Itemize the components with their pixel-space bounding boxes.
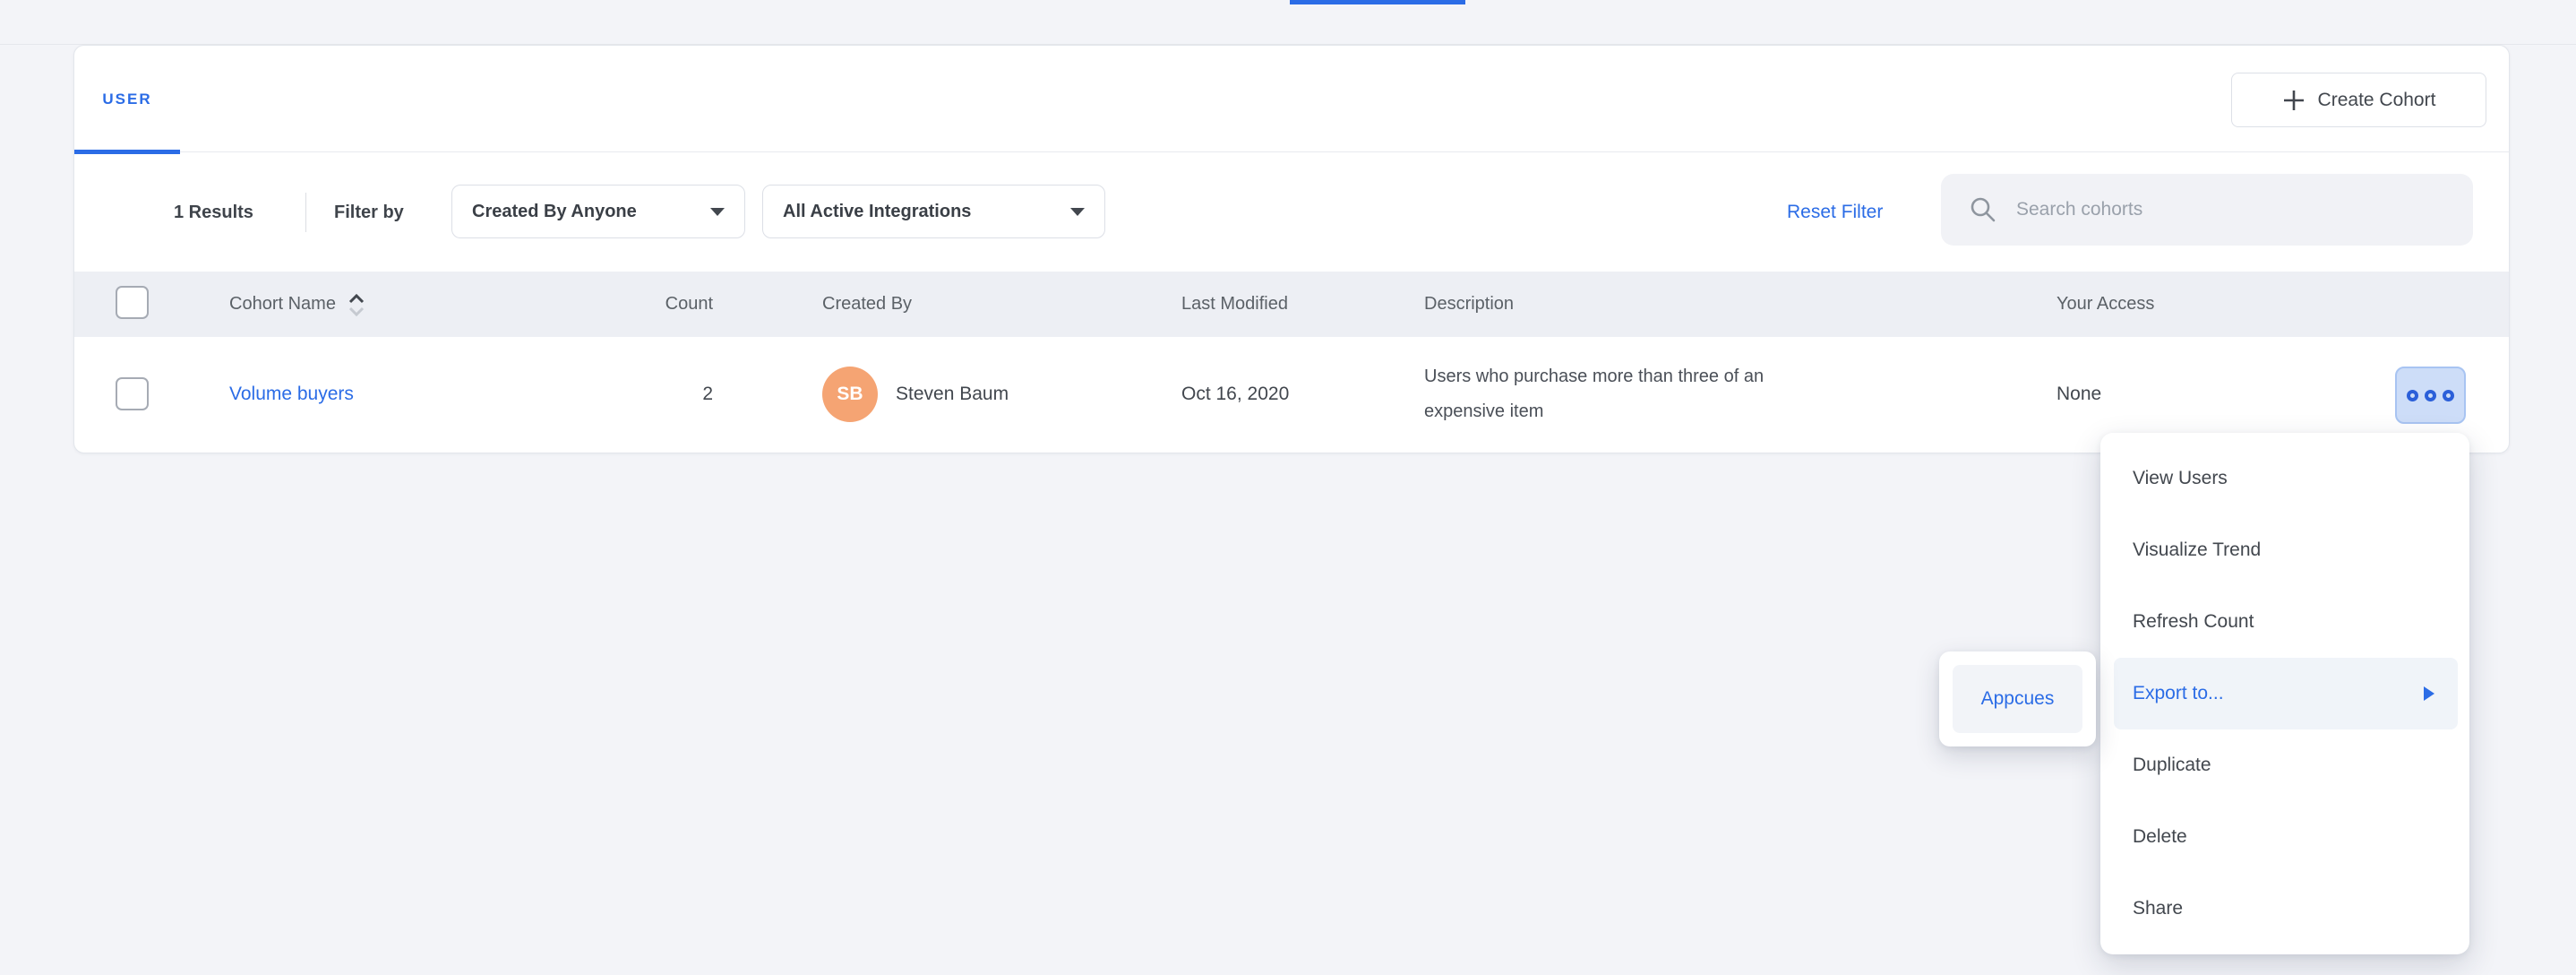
- chevron-down-icon: [1070, 208, 1085, 216]
- description-line-1: Users who purchase more than three of an: [1424, 359, 1764, 394]
- integrations-dropdown[interactable]: All Active Integrations: [762, 185, 1105, 238]
- search-input[interactable]: [2014, 198, 2455, 221]
- submenu-item-appcues[interactable]: Appcues: [1953, 665, 2082, 733]
- menu-item-refresh-count[interactable]: Refresh Count: [2100, 586, 2469, 658]
- row-context-menu: View Users Visualize Trend Refresh Count…: [2100, 433, 2469, 954]
- header-last-modified: Last Modified: [1181, 272, 1288, 337]
- submenu-arrow-icon: [2424, 686, 2434, 701]
- description-line-2: expensive item: [1424, 394, 1764, 429]
- last-modified-cell: Oct 16, 2020: [1181, 337, 1289, 452]
- row-actions-button[interactable]: [2395, 367, 2466, 424]
- chevron-down-icon: [710, 208, 725, 216]
- cohorts-card: USER Create Cohort 1 Results Filter by C…: [73, 45, 2510, 453]
- search-cohorts-box[interactable]: [1941, 174, 2473, 246]
- filter-divider: [305, 193, 306, 232]
- table-header-row: Cohort Name Count Created By Last Modifi…: [74, 272, 2509, 337]
- avatar: SB: [822, 367, 878, 422]
- menu-item-view-users[interactable]: View Users: [2100, 443, 2469, 514]
- export-submenu: Appcues: [1939, 651, 2096, 746]
- created-by-cell: SB Steven Baum: [822, 337, 1009, 452]
- header-your-access: Your Access: [2057, 272, 2154, 337]
- filter-bar: 1 Results Filter by Created By Anyone Al…: [74, 153, 2509, 272]
- menu-item-visualize-trend[interactable]: Visualize Trend: [2100, 514, 2469, 586]
- ellipsis-icon: [2443, 390, 2454, 401]
- plus-icon: [2282, 89, 2306, 112]
- select-all-checkbox[interactable]: [116, 286, 149, 319]
- results-count: 1 Results: [174, 153, 253, 272]
- menu-item-export-to[interactable]: Export to...: [2114, 658, 2458, 729]
- created-by-dropdown[interactable]: Created By Anyone: [451, 185, 745, 238]
- integrations-dropdown-value: All Active Integrations: [783, 202, 971, 222]
- create-cohort-label: Create Cohort: [2318, 90, 2436, 111]
- tab-bar: USER Create Cohort: [74, 46, 2509, 152]
- header-description: Description: [1424, 272, 1514, 337]
- sort-icon[interactable]: [347, 291, 366, 318]
- active-nav-tab-indicator: [1290, 0, 1465, 4]
- avatar-initials: SB: [837, 384, 863, 405]
- header-created-by: Created By: [822, 272, 912, 337]
- menu-item-export-to-label: Export to...: [2133, 683, 2224, 704]
- menu-item-duplicate[interactable]: Duplicate: [2100, 729, 2469, 801]
- reset-filter-link[interactable]: Reset Filter: [1787, 153, 1883, 272]
- menu-item-share[interactable]: Share: [2100, 873, 2469, 945]
- filter-by-label: Filter by: [334, 153, 404, 272]
- row-checkbox[interactable]: [116, 377, 149, 410]
- your-access-cell: None: [2057, 337, 2101, 452]
- cohort-name-link[interactable]: Volume buyers: [229, 384, 354, 405]
- header-cohort-name[interactable]: Cohort Name: [229, 272, 366, 337]
- create-cohort-button[interactable]: Create Cohort: [2231, 73, 2486, 127]
- search-icon: [1970, 196, 1996, 223]
- menu-item-delete[interactable]: Delete: [2100, 801, 2469, 873]
- creator-name: Steven Baum: [896, 384, 1009, 405]
- header-count: Count: [576, 272, 713, 337]
- tab-user-label: USER: [102, 91, 151, 108]
- tab-user[interactable]: USER: [74, 46, 180, 152]
- cohort-count: 2: [576, 337, 713, 452]
- cohorts-screen: USER Create Cohort 1 Results Filter by C…: [0, 0, 2576, 975]
- ellipsis-icon: [2407, 390, 2418, 401]
- ellipsis-icon: [2425, 390, 2436, 401]
- created-by-dropdown-value: Created By Anyone: [472, 202, 637, 222]
- description-cell: Users who purchase more than three of an…: [1424, 337, 1764, 452]
